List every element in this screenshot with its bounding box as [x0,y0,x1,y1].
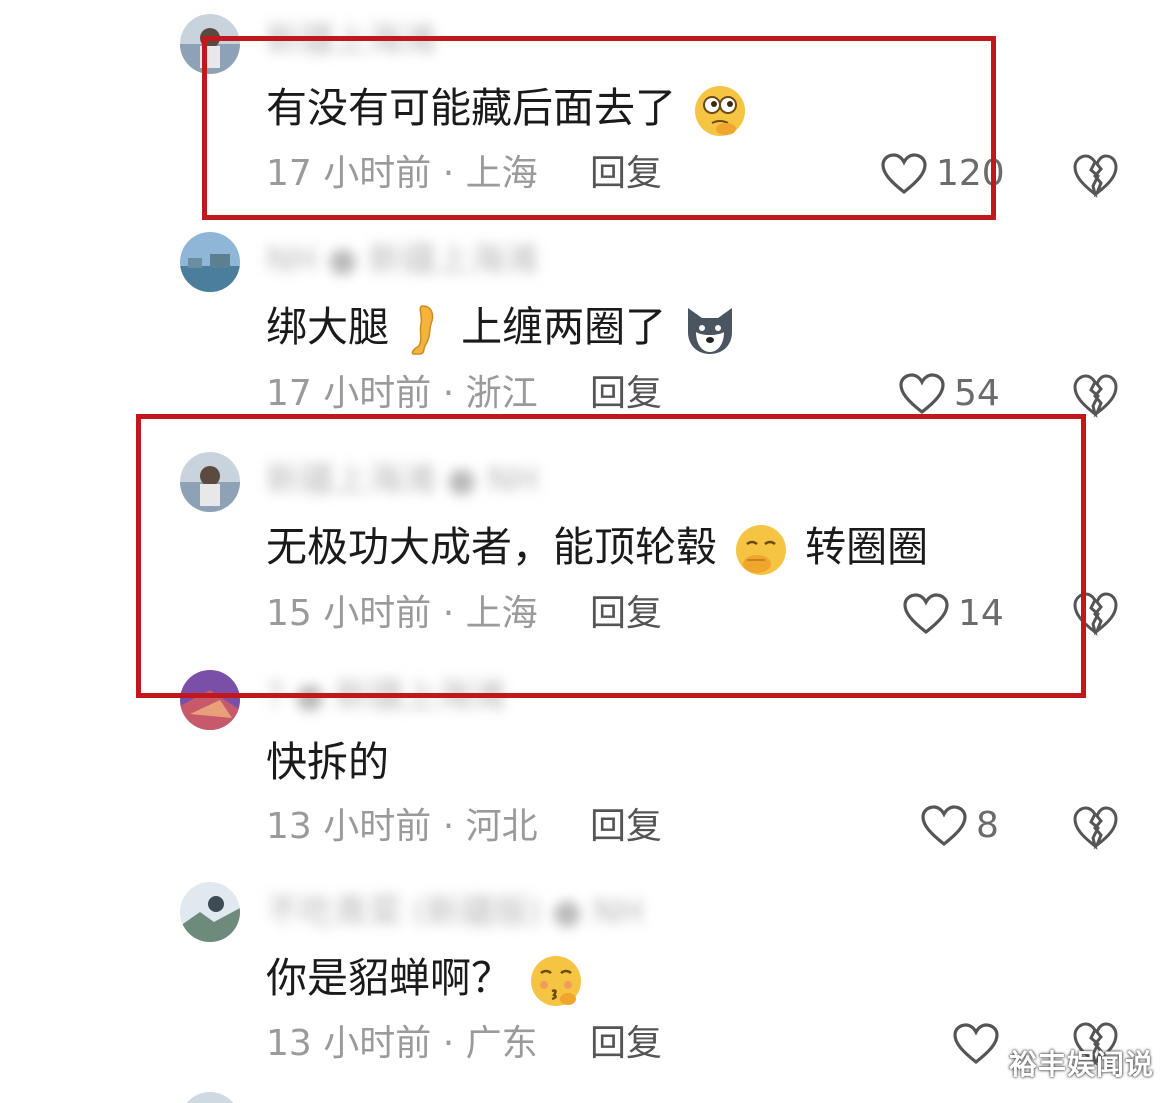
like-button[interactable]: 120 [880,150,1005,198]
username[interactable]: 新疆上海滩 ● NH [266,460,538,500]
heart-outline-icon [899,373,945,415]
comment-text-part: 绑大腿 [266,303,389,351]
comment-text: 你是貂蝉啊？ [266,950,587,1006]
heart-outline-icon [953,1023,999,1065]
comment-meta: 17 小时前 · 上海 [266,153,538,194]
reply-button[interactable]: 回复 [590,152,662,196]
comment-text-part: 你是貂蝉啊？ [266,954,512,1002]
comment-text: 快拆的 [266,738,389,786]
comment-text: 无极功大成者，能顶轮毂 转圈圈 [266,519,928,575]
thinking-face-emoji-icon [695,86,746,136]
user-avatar[interactable] [180,232,240,292]
broken-heart-icon[interactable] [1072,590,1118,636]
reply-button[interactable]: 回复 [590,805,662,849]
comment-text: 有没有可能藏后面去了 [266,80,751,136]
comment-text-part: 无极功大成者，能顶轮毂 [266,523,717,571]
reply-button[interactable]: 回复 [590,1022,662,1066]
user-avatar[interactable] [180,1092,240,1103]
comment-text: 绑大腿 上缠两圈了 [266,299,741,355]
heart-outline-icon [881,153,927,195]
user-avatar[interactable] [180,670,240,730]
username[interactable]: 新疆上海滩 [266,20,436,60]
like-count: 120 [936,153,1005,194]
user-avatar[interactable] [180,882,240,942]
comment-text-part: 有没有可能藏后面去了 [266,84,676,132]
comment-meta: 13 小时前 · 广东 [266,1023,538,1064]
comment-meta: 17 小时前 · 浙江 [266,373,538,414]
reply-button[interactable]: 回复 [590,592,662,636]
user-avatar[interactable] [180,14,240,74]
broken-heart-icon[interactable] [1072,152,1118,198]
reply-button[interactable]: 回复 [590,372,662,416]
comment-feed: 新疆上海滩 有没有可能藏后面去了 17 小时前 · 上海 回复 120 NH ●… [0,0,1170,1103]
heart-outline-icon [921,805,967,847]
broken-heart-icon[interactable] [1072,804,1118,850]
username[interactable]: NH ● 新疆上海滩 [266,240,538,280]
comment-text-part: 转圈圈 [805,523,929,571]
like-button[interactable]: 54 [898,370,1000,418]
like-button[interactable]: 8 [920,802,999,850]
like-button[interactable] [952,1020,1008,1068]
kissing-face-emoji-icon [531,956,582,1006]
comment-meta: 13 小时前 · 河北 [266,806,538,847]
comment-text-part: 上缠两圈了 [461,303,667,351]
heart-outline-icon [903,593,949,635]
broken-heart-icon[interactable] [1072,372,1118,418]
dog-face-emoji-icon [688,308,733,354]
username[interactable]: 不吃青菜 (新疆版) ● NH [266,892,644,932]
user-avatar[interactable] [180,452,240,512]
leg-emoji-icon [411,305,434,355]
username[interactable]: ? ● 新疆上海滩 [266,676,505,716]
watermark: 裕丰娱闻说 [1008,1048,1154,1081]
like-count: 8 [976,805,999,846]
like-button[interactable]: 14 [902,590,1004,638]
hand-over-mouth-emoji-icon [736,525,787,575]
like-count: 54 [954,373,1000,414]
comment-meta: 15 小时前 · 上海 [266,593,538,634]
like-count: 14 [958,593,1004,634]
